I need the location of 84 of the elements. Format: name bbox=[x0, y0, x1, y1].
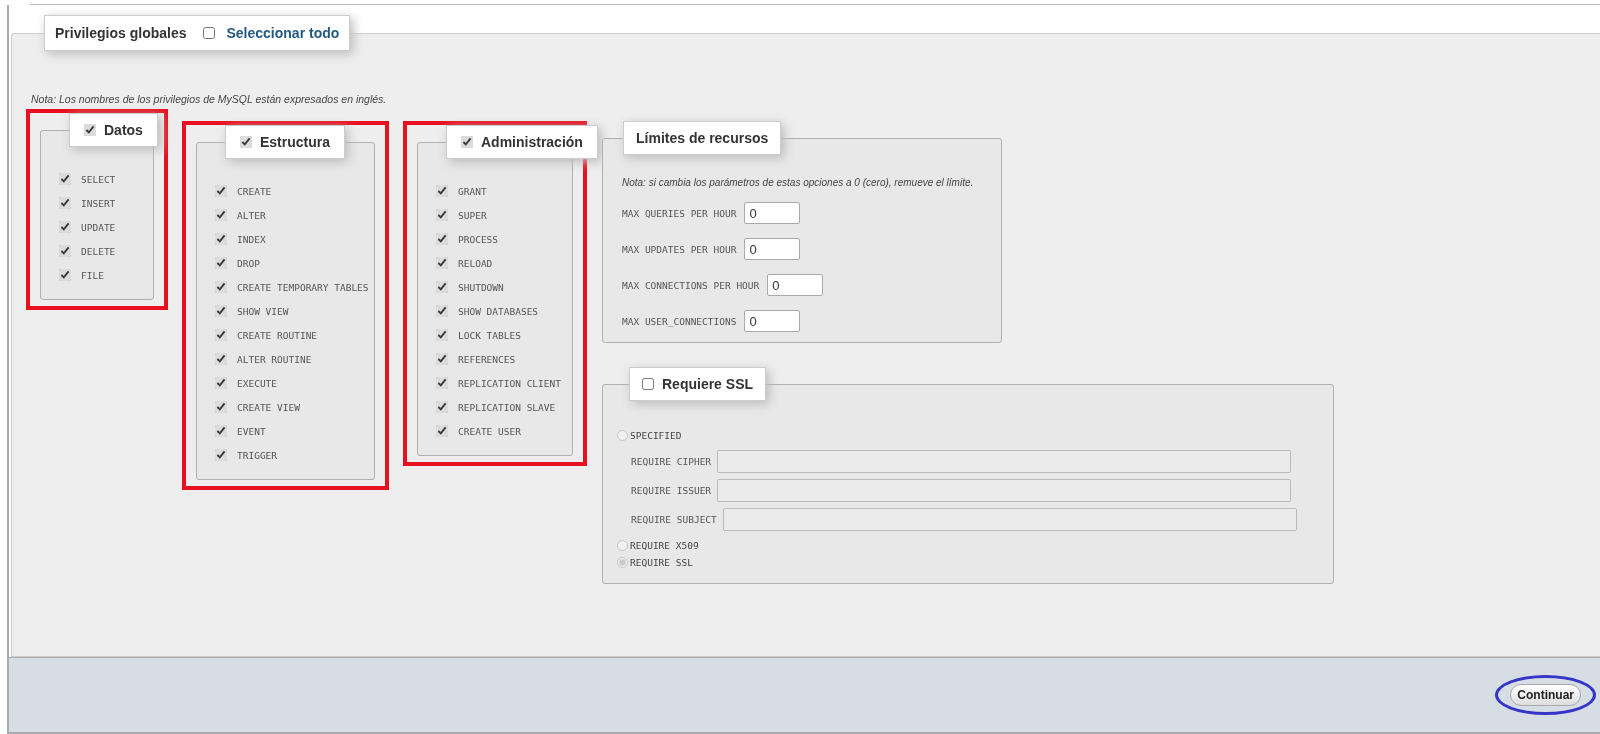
privilege-label[interactable]: SELECT bbox=[81, 173, 116, 185]
privilege-label[interactable]: RELOAD bbox=[458, 257, 493, 269]
privilege-label[interactable]: CREATE TEMPORARY TABLES bbox=[237, 281, 369, 293]
privilege-checkbox[interactable] bbox=[215, 401, 227, 413]
privilege-checkbox[interactable] bbox=[436, 353, 448, 365]
privilege-label[interactable]: SUPER bbox=[458, 209, 487, 221]
group-title: Administración bbox=[481, 134, 583, 150]
group-checkbox[interactable] bbox=[240, 136, 252, 148]
input-field[interactable] bbox=[717, 479, 1292, 502]
privilege-label[interactable]: TRIGGER bbox=[237, 449, 278, 461]
privilege-checkbox[interactable] bbox=[215, 377, 227, 389]
privilege-checkbox[interactable] bbox=[59, 245, 71, 257]
privilege-checkbox[interactable] bbox=[59, 173, 71, 185]
privilege-checkbox[interactable] bbox=[436, 377, 448, 389]
privilege-label[interactable]: ALTER bbox=[237, 209, 266, 221]
privilege-checkbox[interactable] bbox=[215, 185, 227, 197]
privilege-checkbox[interactable] bbox=[215, 329, 227, 341]
privilege-label[interactable]: PROCESS bbox=[458, 233, 499, 245]
privilege-label[interactable]: ALTER ROUTINE bbox=[237, 353, 312, 365]
limit-label: MAX USER_CONNECTIONS bbox=[622, 315, 737, 327]
privilege-checkbox[interactable] bbox=[59, 221, 71, 233]
privilege-checkbox[interactable] bbox=[59, 269, 71, 281]
privilege-checkbox[interactable] bbox=[436, 305, 448, 317]
privilege-checkbox[interactable] bbox=[215, 425, 227, 437]
privilege-checkbox[interactable] bbox=[215, 233, 227, 245]
privilege-checkbox[interactable] bbox=[59, 197, 71, 209]
privilege-checkbox[interactable] bbox=[215, 305, 227, 317]
limit-label: MAX QUERIES PER HOUR bbox=[622, 207, 737, 219]
privilege-checkbox[interactable] bbox=[215, 209, 227, 221]
limit-input[interactable]: 0 bbox=[767, 274, 824, 296]
limit-input[interactable]: 0 bbox=[744, 202, 801, 224]
input-field[interactable] bbox=[717, 450, 1292, 473]
privilege-label[interactable]: LOCK TABLES bbox=[458, 329, 521, 341]
privilege-label[interactable]: UPDATE bbox=[81, 221, 116, 233]
privilege-checkbox[interactable] bbox=[436, 233, 448, 245]
privilege-label[interactable]: INSERT bbox=[81, 197, 116, 209]
privilege-label[interactable]: INDEX bbox=[237, 233, 266, 245]
privilege-label[interactable]: CREATE VIEW bbox=[237, 401, 300, 413]
group-title: Datos bbox=[104, 122, 143, 138]
input-field[interactable] bbox=[722, 508, 1297, 531]
privilege-checkbox[interactable] bbox=[436, 281, 448, 293]
privilege-label[interactable]: REFERENCES bbox=[458, 353, 516, 365]
privilege-label[interactable]: REPLICATION CLIENT bbox=[458, 377, 561, 389]
privilege-label[interactable]: CREATE USER bbox=[458, 425, 521, 437]
privilege-checkbox[interactable] bbox=[436, 185, 448, 197]
group-checkbox[interactable] bbox=[461, 136, 473, 148]
panel-legend: Límites de recursos bbox=[623, 121, 782, 155]
privilege-label[interactable]: SHUTDOWN bbox=[458, 281, 504, 293]
privilege-checkbox[interactable] bbox=[215, 257, 227, 269]
group-checkbox[interactable] bbox=[84, 124, 96, 136]
field-label: REQUIRE ISSUER bbox=[631, 485, 712, 496]
limit-input[interactable]: 0 bbox=[744, 238, 801, 260]
field-label: REQUIRE CIPHER bbox=[631, 456, 712, 467]
privilege-checkbox[interactable] bbox=[436, 329, 448, 341]
privilege-label[interactable]: CREATE bbox=[237, 185, 272, 197]
privilege-label[interactable]: SHOW DATABASES bbox=[458, 305, 539, 317]
legend-title: Privilegios globales bbox=[55, 25, 187, 41]
select-all-checkbox[interactable] bbox=[202, 27, 215, 39]
privilege-label[interactable]: DROP bbox=[237, 257, 260, 269]
privilege-label[interactable]: SHOW VIEW bbox=[237, 305, 289, 317]
limit-input[interactable]: 0 bbox=[744, 310, 801, 332]
privilege-checkbox[interactable] bbox=[436, 425, 448, 437]
continue-button[interactable]: Continuar bbox=[1510, 684, 1581, 706]
privilege-label[interactable]: EXECUTE bbox=[237, 377, 278, 389]
privilege-label[interactable]: GRANT bbox=[458, 185, 487, 197]
privilege-label[interactable]: CREATE ROUTINE bbox=[237, 329, 318, 341]
privilege-checkbox[interactable] bbox=[215, 449, 227, 461]
field-label: REQUIRE SUBJECT bbox=[631, 514, 717, 525]
privilege-label[interactable]: REPLICATION SLAVE bbox=[458, 401, 556, 413]
privilege-checkbox[interactable] bbox=[215, 281, 227, 293]
ssl-title: Requiere SSL bbox=[662, 376, 754, 392]
privilege-checkbox[interactable] bbox=[436, 209, 448, 221]
privilege-checkbox[interactable] bbox=[436, 257, 448, 269]
note-text: Nota: Los nombres de los privilegios de MySQL están expresados en inglés. bbox=[31, 93, 388, 105]
limits-note: Nota: si cambia los parámetros de estas opciones a 0 (cero), remueve el límite. bbox=[622, 177, 975, 188]
privilege-checkbox[interactable] bbox=[215, 353, 227, 365]
privilege-checkbox[interactable] bbox=[436, 401, 448, 413]
group-title: Estructura bbox=[260, 134, 331, 150]
privilege-label[interactable]: DELETE bbox=[81, 245, 116, 257]
limit-label: MAX CONNECTIONS PER HOUR bbox=[622, 279, 760, 291]
privilege-label[interactable]: EVENT bbox=[237, 425, 266, 437]
select-all-label[interactable]: Seleccionar todo bbox=[226, 25, 340, 41]
limit-label: MAX UPDATES PER HOUR bbox=[622, 243, 737, 255]
privilege-label[interactable]: FILE bbox=[81, 269, 104, 281]
